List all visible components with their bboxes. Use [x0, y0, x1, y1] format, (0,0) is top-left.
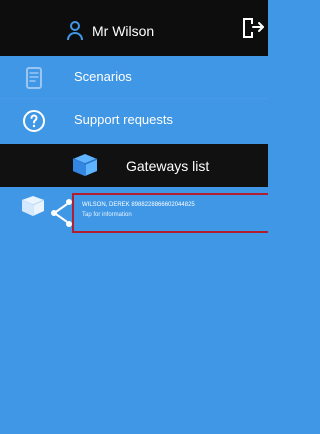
- gateways-list-title: Gateways list: [126, 158, 210, 174]
- user-profile[interactable]: Mr Wilson: [66, 19, 154, 43]
- gateway-box-icon: [72, 154, 98, 176]
- logout-icon[interactable]: [239, 14, 268, 42]
- gateway-details[interactable]: WILSON, DEREK 8988228866602044825 Tap fo…: [72, 193, 268, 233]
- menu-item-scenarios[interactable]: Scenarios: [0, 56, 268, 99]
- user-name: Mr Wilson: [92, 23, 155, 39]
- menu-item-support-requests[interactable]: Support requests: [0, 99, 268, 142]
- menu-label-support-requests: Support requests: [74, 112, 174, 127]
- app-header: Mr Wilson: [0, 0, 268, 56]
- mobile-app-screen: Mr Wilson Scenarios Support requests Gat…: [0, 0, 268, 434]
- gateway-device-icon: [21, 196, 45, 216]
- gateway-subtitle: Tap for information: [82, 212, 132, 218]
- scenarios-icon: [26, 67, 42, 89]
- menu-label-scenarios: Scenarios: [74, 69, 132, 84]
- gateway-title: WILSON, DEREK 8988228866602044825: [82, 202, 195, 208]
- gateway-list-item[interactable]: WILSON, DEREK 8988228866602044825 Tap fo…: [0, 189, 268, 259]
- user-icon: [67, 21, 83, 41]
- share-icon: [51, 199, 72, 227]
- help-icon: [23, 110, 45, 132]
- gateways-list-header[interactable]: Gateways list: [0, 144, 268, 187]
